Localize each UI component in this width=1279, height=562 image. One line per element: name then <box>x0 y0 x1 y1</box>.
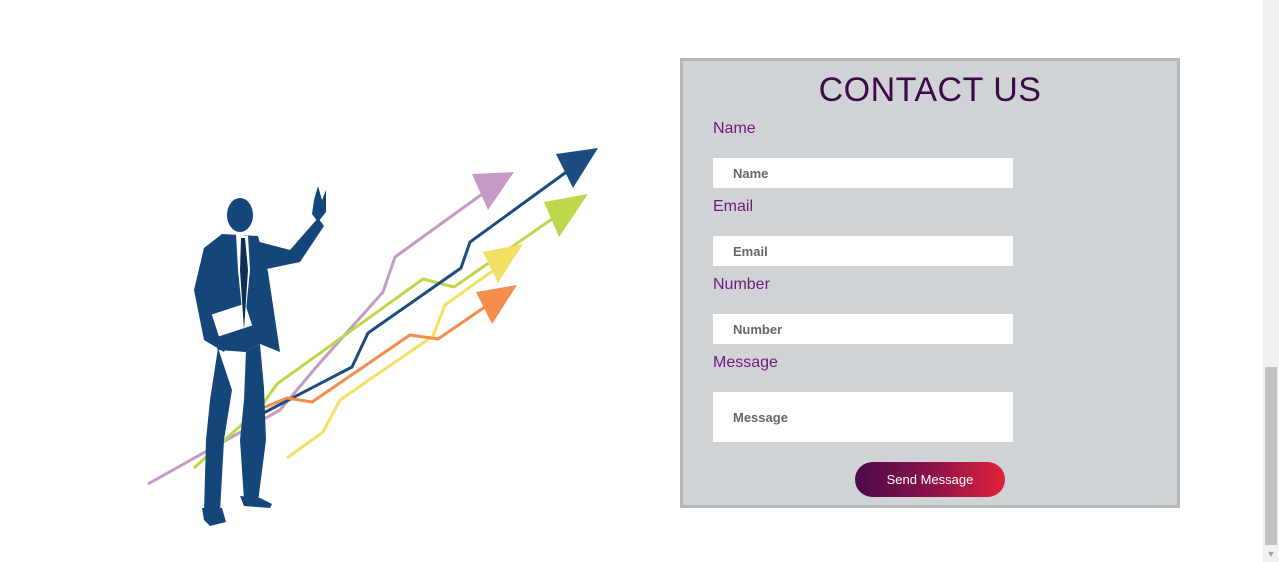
number-label: Number <box>713 276 770 293</box>
triangle-down-icon[interactable]: ▼ <box>1263 546 1279 562</box>
name-label: Name <box>713 120 756 137</box>
email-label: Email <box>713 198 754 215</box>
send-message-button[interactable]: Send Message <box>855 462 1005 497</box>
purple-arrow-head-icon <box>472 172 514 210</box>
name-input[interactable] <box>713 158 1013 188</box>
page-scrollbar[interactable]: ▼ <box>1263 0 1279 562</box>
yellow-growth-line <box>286 260 506 460</box>
yellow-arrow-head-icon <box>483 244 523 283</box>
blue-growth-line <box>249 163 577 422</box>
orange-arrow-head-icon <box>476 285 517 324</box>
contact-form: CONTACT US Name Email Number Message Sen… <box>680 58 1180 508</box>
green-arrow-head-icon <box>544 194 588 237</box>
email-input[interactable] <box>713 236 1013 266</box>
page: CONTACT US Name Email Number Message Sen… <box>0 0 1279 562</box>
businessman-icon <box>194 186 326 526</box>
message-label: Message <box>713 354 778 371</box>
businessman-growth-illustration <box>147 148 598 526</box>
contact-title: CONTACT US <box>818 71 1042 109</box>
message-textarea[interactable] <box>713 392 1013 442</box>
scrollbar-thumb[interactable] <box>1265 367 1277 545</box>
number-input[interactable] <box>713 314 1013 344</box>
blue-arrow-head-icon <box>556 148 598 188</box>
